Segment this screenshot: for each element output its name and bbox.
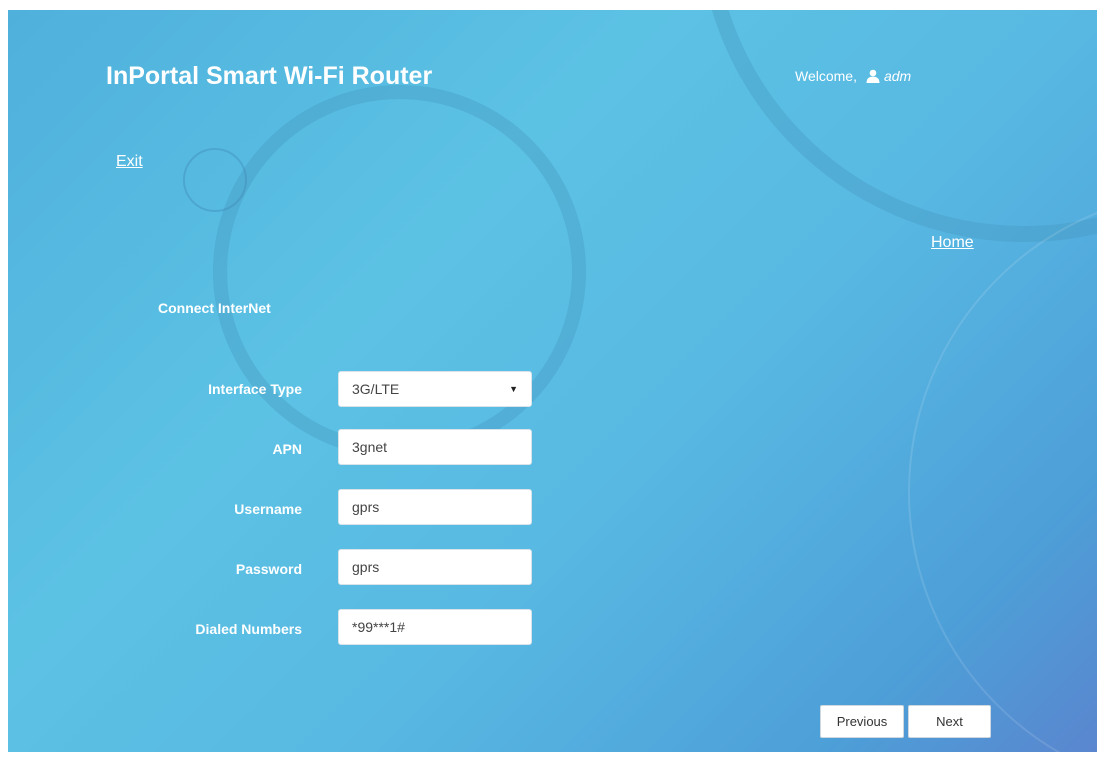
interface-type-select[interactable]: 3G/LTE ▼ — [338, 371, 532, 407]
username: adm — [883, 68, 912, 84]
username-input[interactable] — [338, 489, 532, 525]
decorative-ring — [908, 190, 1097, 752]
interface-type-label: Interface Type — [208, 381, 302, 397]
decorative-ring — [183, 148, 247, 212]
next-button[interactable]: Next — [908, 705, 991, 738]
username-label: Username — [234, 501, 302, 517]
welcome-text: Welcome, — [795, 68, 857, 84]
password-input[interactable] — [338, 549, 532, 585]
welcome-area: Welcome, adm — [795, 68, 911, 84]
router-page: InPortal Smart Wi-Fi Router Welcome, adm… — [8, 10, 1097, 752]
chevron-down-icon: ▼ — [509, 384, 518, 394]
dialed-numbers-label: Dialed Numbers — [195, 621, 302, 637]
decorative-ring — [698, 10, 1097, 242]
dialed-numbers-input[interactable] — [338, 609, 532, 645]
exit-link[interactable]: Exit — [116, 153, 143, 171]
apn-input[interactable] — [338, 429, 532, 465]
home-link[interactable]: Home — [931, 234, 974, 252]
user-icon — [866, 69, 880, 83]
page-title: InPortal Smart Wi-Fi Router — [106, 62, 433, 90]
section-title: Connect InterNet — [158, 300, 271, 316]
apn-label: APN — [272, 441, 302, 457]
previous-button[interactable]: Previous — [820, 705, 904, 738]
password-label: Password — [235, 561, 302, 577]
interface-type-value: 3G/LTE — [352, 381, 400, 397]
